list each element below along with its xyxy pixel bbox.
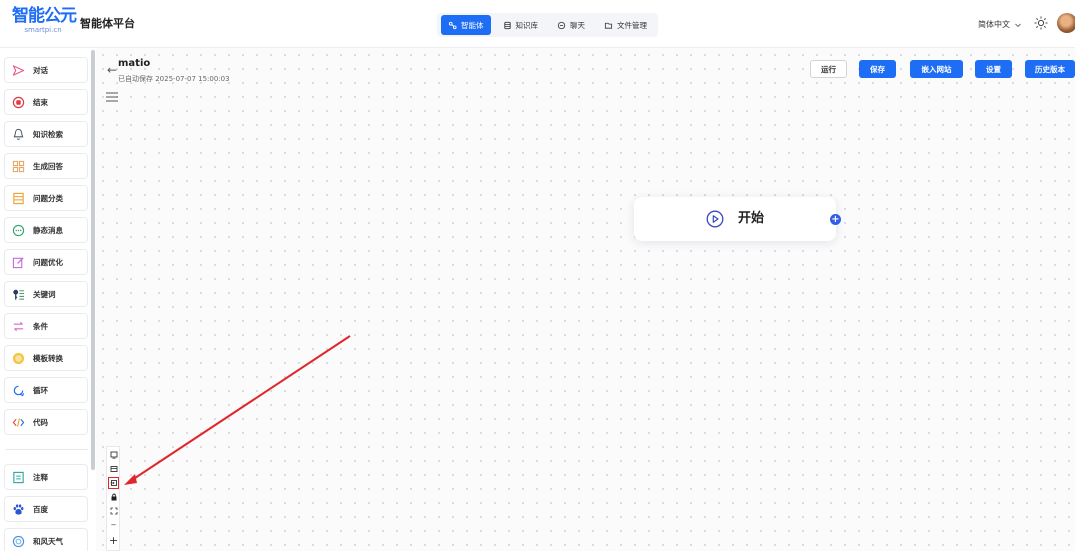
nav-files[interactable]: 文件管理 (597, 15, 654, 35)
baidu-icon (12, 503, 25, 516)
knowledge-search-icon (12, 128, 25, 141)
nav-agent-label: 智能体 (461, 20, 484, 30)
static-message-icon (12, 224, 25, 237)
loop-icon (12, 384, 25, 397)
sidebar-item-optimize[interactable]: 问题优化 (4, 249, 88, 275)
sidebar-item-label: 知识检索 (33, 129, 63, 139)
zoom-in-icon[interactable]: + (108, 534, 119, 547)
nav-knowledge-label: 知识库 (515, 20, 539, 30)
nav-knowledge[interactable]: 知识库 (496, 15, 546, 35)
keyword-icon (12, 288, 25, 301)
sidebar-item-label: 代码 (33, 417, 48, 427)
back-arrow-icon[interactable]: ← (107, 64, 117, 76)
stop-icon (12, 96, 25, 109)
autosave-status: 已自动保存 2025-07-07 15:00:03 (118, 75, 230, 83)
nav-chat-label: 聊天 (570, 20, 585, 30)
logo[interactable]: 智能公元 smartpi.cn (12, 6, 77, 38)
sidebar-item-baidu[interactable]: 百度 (4, 496, 88, 522)
play-circle-icon (706, 210, 724, 228)
main-nav: 智能体 知识库 聊天 文件管理 (437, 13, 658, 37)
folder-icon (604, 22, 613, 29)
language-label: 简体中文 (978, 20, 1010, 29)
sidebar-item-label: 静态消息 (33, 225, 63, 235)
sidebar-item-label: 和风天气 (33, 536, 63, 546)
sidebar-item-note[interactable]: 注释 (4, 464, 88, 490)
collapse-icon[interactable] (108, 463, 119, 475)
classify-icon (12, 192, 25, 205)
avatar[interactable] (1057, 13, 1075, 33)
database-icon (503, 21, 511, 29)
send-icon (12, 64, 25, 77)
canvas-controls: − + (106, 446, 120, 551)
sidebar-item-generate-answer[interactable]: 生成回答 (4, 153, 88, 179)
workflow-canvas[interactable] (96, 48, 1075, 551)
app-name: 智能体平台 (80, 17, 135, 30)
sidebar-item-label: 百度 (33, 504, 48, 514)
template-icon (12, 352, 25, 365)
run-button[interactable]: 运行 (810, 60, 847, 78)
save-button[interactable]: 保存 (859, 60, 896, 78)
sidebar-divider (6, 449, 88, 450)
sidebar-item-label: 注释 (33, 472, 48, 482)
start-node-label: 开始 (738, 211, 765, 226)
logo-subtext: smartpi.cn (24, 26, 62, 34)
edit-icon (12, 256, 25, 269)
note-icon (12, 471, 25, 484)
list-menu-icon[interactable] (105, 91, 119, 103)
sidebar-item-label: 关键词 (33, 289, 56, 299)
nav-files-label: 文件管理 (617, 20, 647, 30)
chevron-down-icon (1015, 23, 1021, 27)
nav-agent[interactable]: 智能体 (441, 15, 491, 35)
fit-view-icon[interactable] (108, 505, 119, 517)
lock-icon[interactable] (108, 491, 119, 503)
top-bar: 智能公元 smartpi.cn 智能体平台 智能体 知识库 聊天 文件管理 简体… (0, 0, 1075, 48)
minimap-icon[interactable] (108, 449, 119, 461)
sidebar-item-label: 问题分类 (33, 193, 63, 203)
sidebar-scrollbar[interactable] (91, 50, 95, 470)
add-node-handle[interactable]: + (830, 214, 841, 225)
embed-website-button[interactable]: 嵌入网站 (910, 60, 963, 78)
code-icon (12, 416, 25, 429)
sidebar-item-label: 生成回答 (33, 161, 63, 171)
sidebar-item-template[interactable]: 模板转换 (4, 345, 88, 371)
condition-icon (12, 320, 25, 333)
sidebar-item-label: 结束 (33, 97, 48, 107)
language-select[interactable]: 简体中文 (978, 19, 1022, 30)
sidebar-item-end[interactable]: 结束 (4, 89, 88, 115)
sidebar-item-knowledge-search[interactable]: 知识检索 (4, 121, 88, 147)
sidebar-item-dialogue[interactable]: 对话 (4, 57, 88, 83)
flow-title: matio (118, 58, 151, 69)
generate-answer-icon (12, 160, 25, 173)
theme-toggle-sun-icon[interactable] (1033, 15, 1049, 31)
sidebar-item-label: 模板转换 (33, 353, 63, 363)
start-node[interactable]: 开始 (634, 197, 836, 241)
zoom-out-icon[interactable]: − (108, 519, 119, 531)
history-version-button[interactable]: 历史版本 (1025, 60, 1075, 78)
sidebar-item-label: 对话 (33, 65, 48, 75)
logo-text: 智能公元 (12, 6, 77, 26)
weather-icon (12, 535, 25, 548)
settings-button[interactable]: 设置 (975, 60, 1012, 78)
sidebar-item-label: 问题优化 (33, 257, 63, 267)
sidebar-item-weather[interactable]: 和风天气 (4, 528, 88, 551)
sidebar-item-classify[interactable]: 问题分类 (4, 185, 88, 211)
sidebar-item-loop[interactable]: 循环 (4, 377, 88, 403)
sidebar-item-keyword[interactable]: 关键词 (4, 281, 88, 307)
import-icon[interactable] (108, 477, 119, 489)
nav-chat[interactable]: 聊天 (550, 15, 592, 35)
sidebar-item-code[interactable]: 代码 (4, 409, 88, 435)
sidebar-item-label: 条件 (33, 321, 48, 331)
agent-icon (448, 21, 457, 29)
sidebar-item-static-message[interactable]: 静态消息 (4, 217, 88, 243)
chat-icon (557, 21, 566, 29)
sidebar-item-label: 循环 (33, 385, 48, 395)
node-palette-sidebar: 对话 结束 知识检索 生成回答 问题分类 静态消息 问题优化 关键词 条件 模板… (0, 48, 95, 551)
sidebar-item-condition[interactable]: 条件 (4, 313, 88, 339)
